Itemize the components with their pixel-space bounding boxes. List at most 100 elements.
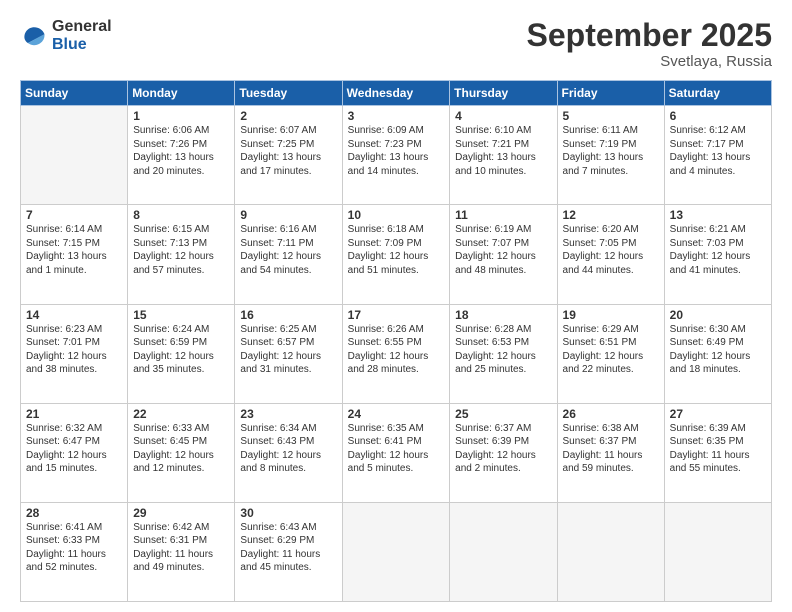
weekday-header-wednesday: Wednesday	[342, 81, 450, 106]
weekday-header-monday: Monday	[128, 81, 235, 106]
calendar-cell: 10Sunrise: 6:18 AMSunset: 7:09 PMDayligh…	[342, 205, 450, 304]
calendar-cell: 11Sunrise: 6:19 AMSunset: 7:07 PMDayligh…	[450, 205, 557, 304]
sunrise-label: Sunrise: 6:25 AM	[240, 324, 316, 335]
calendar-cell: 30Sunrise: 6:43 AMSunset: 6:29 PMDayligh…	[235, 502, 342, 601]
sunrise-label: Sunrise: 6:39 AM	[670, 423, 746, 434]
day-info: Sunrise: 6:06 AMSunset: 7:26 PMDaylight:…	[133, 124, 229, 178]
daylight-label: Daylight: 11 hours and 49 minutes.	[133, 549, 213, 574]
sunrise-label: Sunrise: 6:26 AM	[348, 324, 424, 335]
daylight-label: Daylight: 13 hours and 17 minutes.	[240, 152, 321, 177]
daylight-label: Daylight: 13 hours and 14 minutes.	[348, 152, 429, 177]
sunset-label: Sunset: 7:07 PM	[455, 238, 529, 249]
calendar-cell: 9Sunrise: 6:16 AMSunset: 7:11 PMDaylight…	[235, 205, 342, 304]
calendar-cell: 6Sunrise: 6:12 AMSunset: 7:17 PMDaylight…	[664, 106, 771, 205]
sunrise-label: Sunrise: 6:30 AM	[670, 324, 746, 335]
day-info: Sunrise: 6:07 AMSunset: 7:25 PMDaylight:…	[240, 124, 336, 178]
sunrise-label: Sunrise: 6:28 AM	[455, 324, 531, 335]
daylight-label: Daylight: 12 hours and 15 minutes.	[26, 450, 107, 475]
sunset-label: Sunset: 7:21 PM	[455, 139, 529, 150]
calendar-cell	[557, 502, 664, 601]
logo: General Blue	[20, 18, 112, 53]
sunset-label: Sunset: 7:01 PM	[26, 337, 100, 348]
calendar-cell: 25Sunrise: 6:37 AMSunset: 6:39 PMDayligh…	[450, 403, 557, 502]
sunset-label: Sunset: 6:43 PM	[240, 436, 314, 447]
day-number: 3	[348, 109, 445, 123]
day-info: Sunrise: 6:15 AMSunset: 7:13 PMDaylight:…	[133, 223, 229, 277]
location: Svetlaya, Russia	[527, 53, 772, 70]
calendar-cell: 1Sunrise: 6:06 AMSunset: 7:26 PMDaylight…	[128, 106, 235, 205]
daylight-label: Daylight: 12 hours and 28 minutes.	[348, 351, 429, 376]
calendar-cell: 24Sunrise: 6:35 AMSunset: 6:41 PMDayligh…	[342, 403, 450, 502]
day-info: Sunrise: 6:09 AM Sunset: 7:23 PM Daylight:…	[348, 124, 445, 178]
sunrise-label: Sunrise: 6:09 AM	[348, 125, 424, 136]
sunset-label: Sunset: 6:41 PM	[348, 436, 422, 447]
daylight-label: Daylight: 12 hours and 54 minutes.	[240, 251, 321, 276]
calendar-cell: 13Sunrise: 6:21 AMSunset: 7:03 PMDayligh…	[664, 205, 771, 304]
sunrise-label: Sunrise: 6:12 AM	[670, 125, 746, 136]
calendar-table: SundayMondayTuesdayWednesdayThursdayFrid…	[20, 80, 772, 602]
day-info: Sunrise: 6:11 AMSunset: 7:19 PMDaylight:…	[563, 124, 659, 178]
day-number: 13	[670, 208, 766, 222]
calendar-cell: 21Sunrise: 6:32 AMSunset: 6:47 PMDayligh…	[21, 403, 128, 502]
day-info: Sunrise: 6:32 AMSunset: 6:47 PMDaylight:…	[26, 422, 122, 476]
sunrise-label: Sunrise: 6:23 AM	[26, 324, 102, 335]
daylight-label: Daylight: 13 hours and 4 minutes.	[670, 152, 751, 177]
day-number: 5	[563, 109, 659, 123]
calendar-cell: 22Sunrise: 6:33 AMSunset: 6:45 PMDayligh…	[128, 403, 235, 502]
day-number: 6	[670, 109, 766, 123]
day-number: 25	[455, 407, 551, 421]
page: General Blue September 2025 Svetlaya, Ru…	[0, 0, 792, 612]
sunset-label: Sunset: 6:29 PM	[240, 535, 314, 546]
calendar-cell	[664, 502, 771, 601]
daylight-label: Daylight: 12 hours and 57 minutes.	[133, 251, 214, 276]
daylight-label: Daylight: 11 hours and 55 minutes.	[670, 450, 750, 475]
day-info: Sunrise: 6:10 AM Sunset: 7:21 PM Daylight:…	[455, 124, 551, 178]
calendar-cell: 28Sunrise: 6:41 AMSunset: 6:33 PMDayligh…	[21, 502, 128, 601]
daylight-label: Daylight: 13 hours and 10 minutes.	[455, 152, 536, 177]
day-number: 8	[133, 208, 229, 222]
day-number: 29	[133, 506, 229, 520]
daylight-label: Daylight: 12 hours and 18 minutes.	[670, 351, 751, 376]
day-info: Sunrise: 6:29 AMSunset: 6:51 PMDaylight:…	[563, 323, 659, 377]
calendar-cell	[450, 502, 557, 601]
day-info: Sunrise: 6:26 AMSunset: 6:55 PMDaylight:…	[348, 323, 445, 377]
sunrise-label: Sunrise: 6:43 AM	[240, 522, 316, 533]
logo-icon	[20, 22, 48, 50]
day-number: 18	[455, 308, 551, 322]
sunrise-label: Sunrise: 6:14 AM	[26, 224, 102, 235]
calendar-cell: 26Sunrise: 6:38 AMSunset: 6:37 PMDayligh…	[557, 403, 664, 502]
sunrise-label: Sunrise: 6:21 AM	[670, 224, 746, 235]
day-info: Sunrise: 6:38 AMSunset: 6:37 PMDaylight:…	[563, 422, 659, 476]
sunset-label: Sunset: 6:53 PM	[455, 337, 529, 348]
day-info: Sunrise: 6:16 AMSunset: 7:11 PMDaylight:…	[240, 223, 336, 277]
day-info: Sunrise: 6:18 AMSunset: 7:09 PMDaylight:…	[348, 223, 445, 277]
day-number: 28	[26, 506, 122, 520]
sunset-label: Sunset: 7:23 PM	[348, 139, 422, 150]
sunrise-label: Sunrise: 6:16 AM	[240, 224, 316, 235]
day-number: 16	[240, 308, 336, 322]
calendar-cell: 17Sunrise: 6:26 AMSunset: 6:55 PMDayligh…	[342, 304, 450, 403]
daylight-label: Daylight: 12 hours and 48 minutes.	[455, 251, 536, 276]
day-number: 4	[455, 109, 551, 123]
sunset-label: Sunset: 7:15 PM	[26, 238, 100, 249]
day-number: 11	[455, 208, 551, 222]
sunset-label: Sunset: 7:19 PM	[563, 139, 637, 150]
daylight-label: Daylight: 12 hours and 38 minutes.	[26, 351, 107, 376]
day-number: 22	[133, 407, 229, 421]
day-info: Sunrise: 6:41 AMSunset: 6:33 PMDaylight:…	[26, 521, 122, 575]
sunrise-label: Sunrise: 6:24 AM	[133, 324, 209, 335]
sunrise-label: Sunrise: 6:06 AM	[133, 125, 209, 136]
daylight-label: Daylight: 12 hours and 25 minutes.	[455, 351, 536, 376]
daylight-label: Daylight: 12 hours and 35 minutes.	[133, 351, 214, 376]
day-info: Sunrise: 6:35 AMSunset: 6:41 PMDaylight:…	[348, 422, 445, 476]
sunset-label: Sunset: 6:59 PM	[133, 337, 207, 348]
sunrise-label: Sunrise: 6:37 AM	[455, 423, 531, 434]
calendar-cell: 27Sunrise: 6:39 AMSunset: 6:35 PMDayligh…	[664, 403, 771, 502]
calendar-cell: 8Sunrise: 6:15 AMSunset: 7:13 PMDaylight…	[128, 205, 235, 304]
calendar-cell: 18 Sunrise: 6:28 AM Sunset: 6:53 PM Dayligh…	[450, 304, 557, 403]
sunrise-label: Sunrise: 6:10 AM	[455, 125, 531, 136]
sunrise-label: Sunrise: 6:41 AM	[26, 522, 102, 533]
day-info: Sunrise: 6:24 AM Sunset: 6:59 PM Daylight:…	[133, 323, 229, 377]
sunset-label: Sunset: 6:45 PM	[133, 436, 207, 447]
logo-general-text: General	[52, 18, 112, 36]
